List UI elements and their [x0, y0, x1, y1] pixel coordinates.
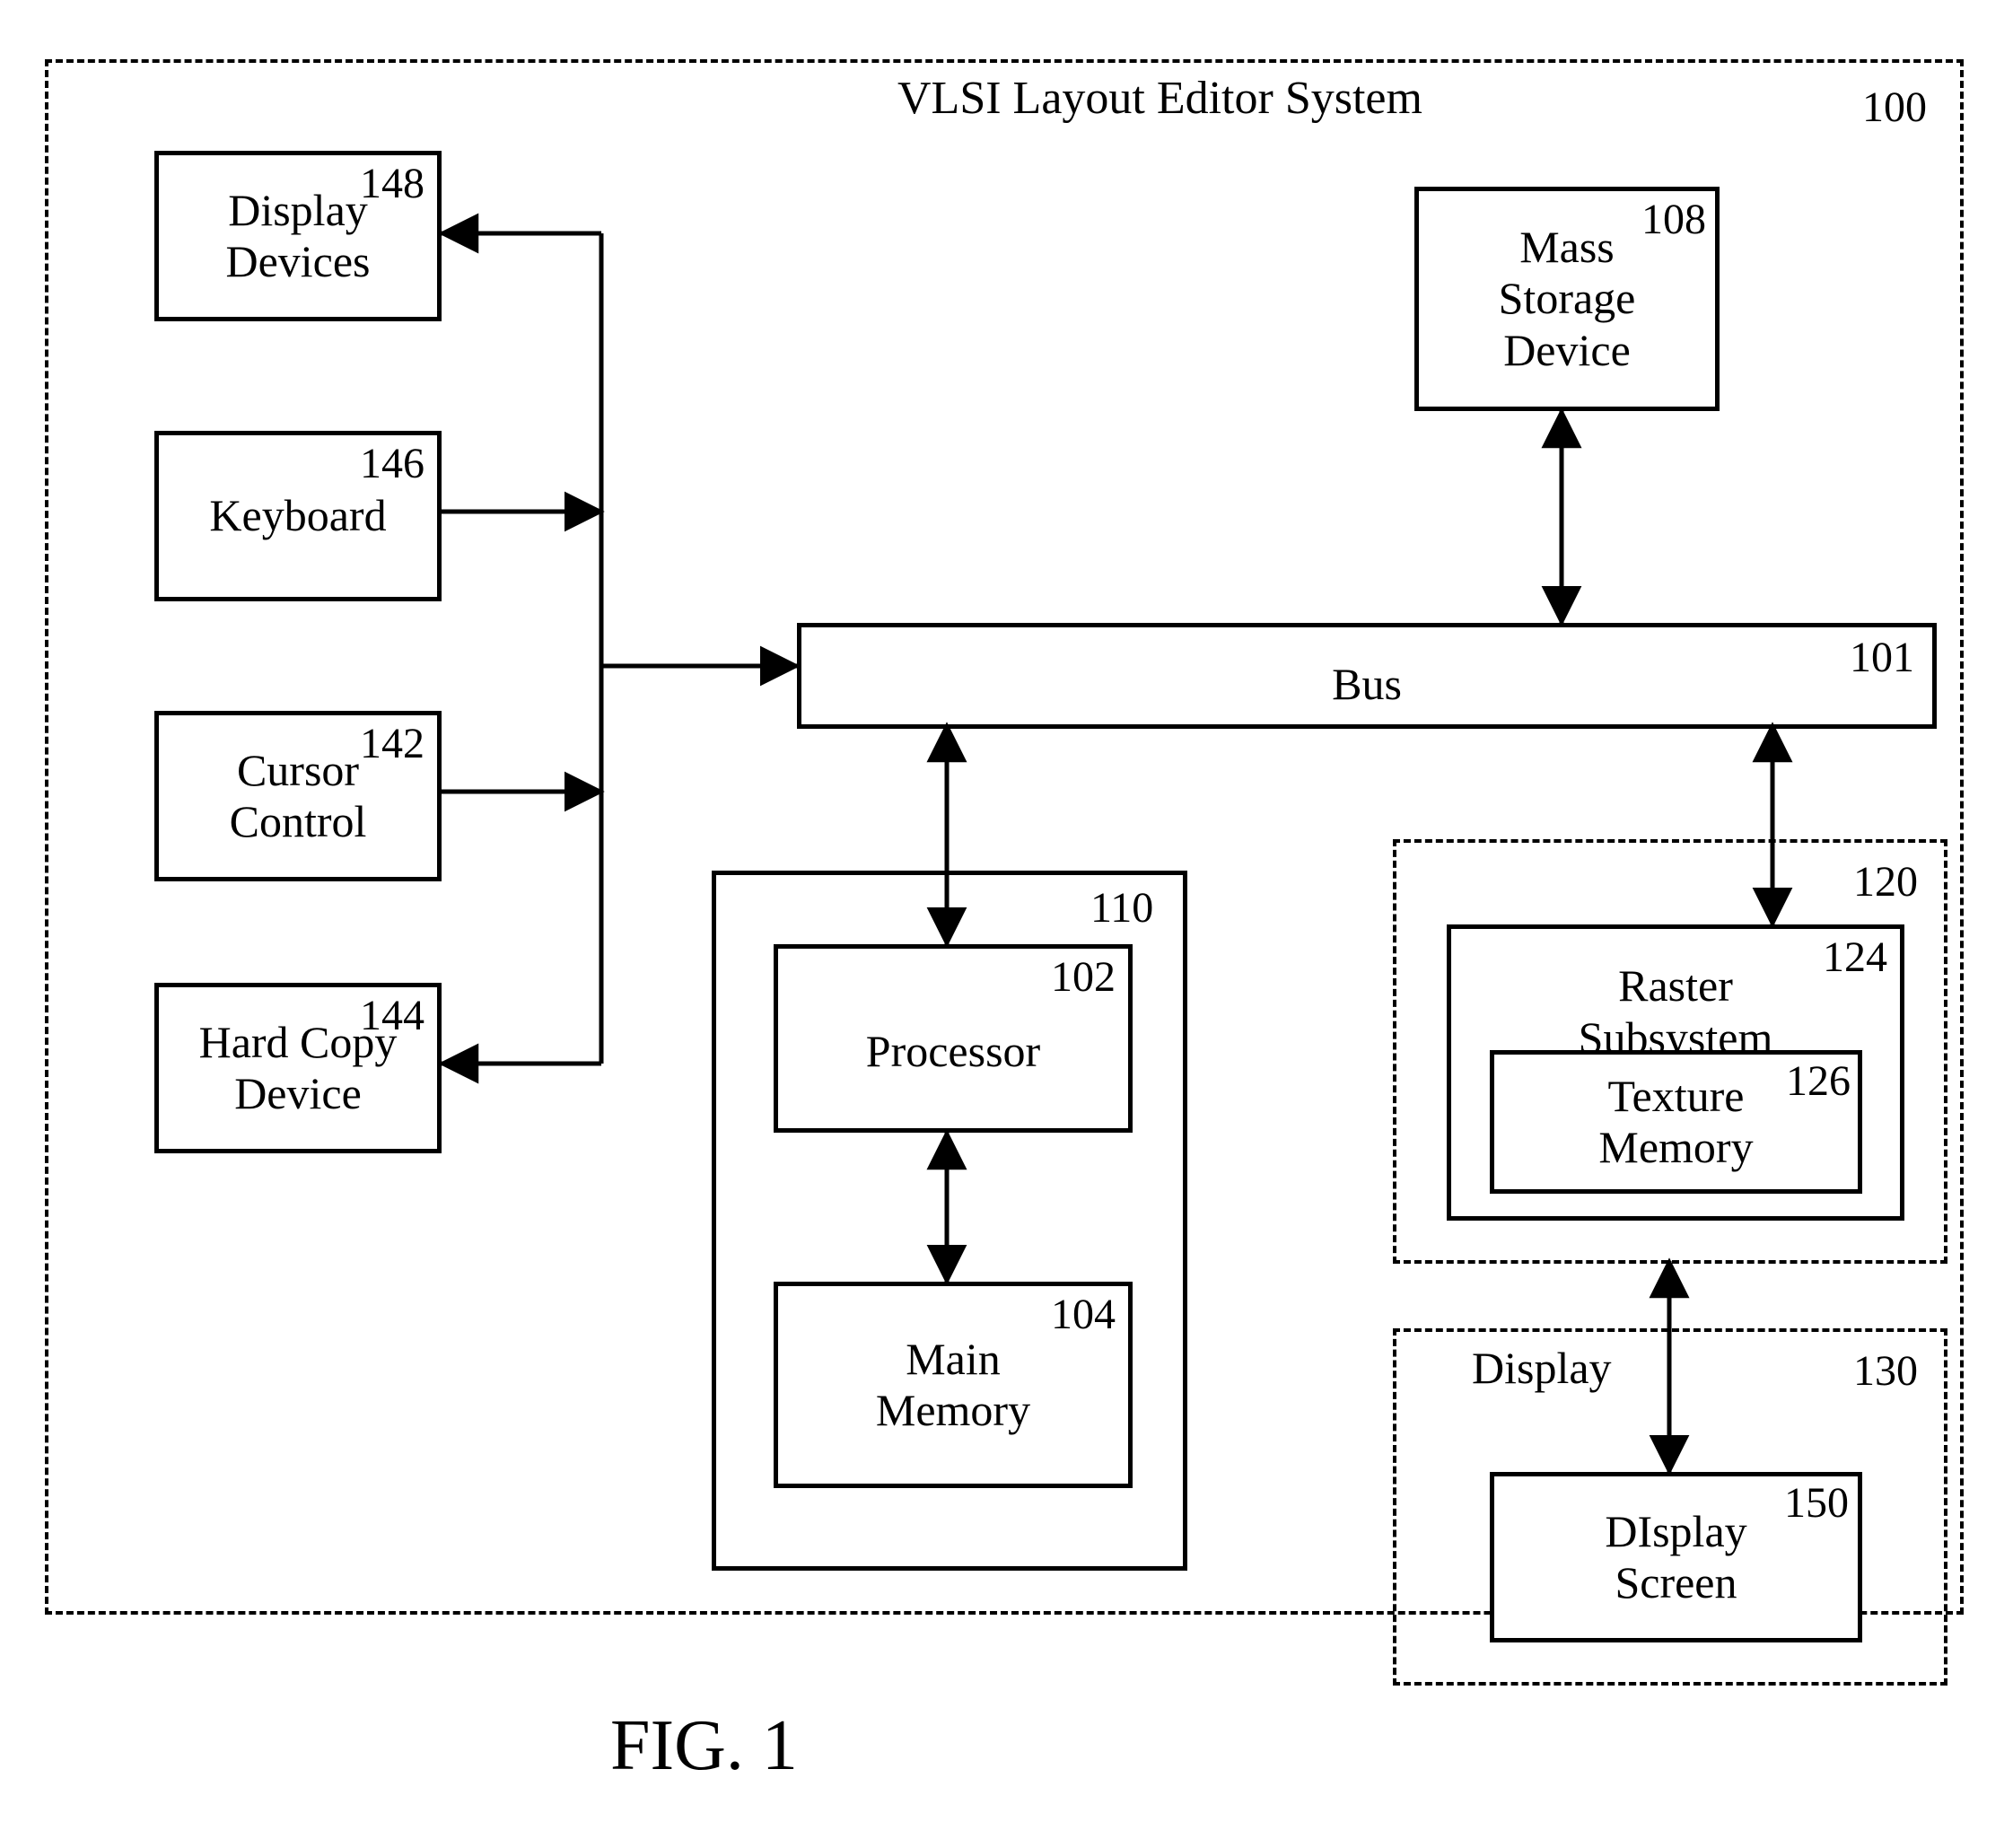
display-screen-l2: Screen [1615, 1557, 1737, 1609]
raster-ref: 124 [1823, 933, 1887, 982]
main-memory-box: 104 Main Memory [774, 1282, 1133, 1488]
hard-copy-label2: Device [234, 1068, 362, 1120]
display-box-ref: 130 [1853, 1346, 1918, 1396]
processor-box: 102 Processor [774, 944, 1133, 1133]
cursor-control-box: 142 Cursor Control [154, 711, 442, 881]
cursor-control-ref: 142 [360, 719, 424, 768]
system-title: VLSI Layout Editor System [897, 72, 1422, 125]
cursor-control-label1: Cursor [237, 745, 359, 797]
display-screen-box: 150 DIsplay Screen [1490, 1472, 1862, 1642]
display-devices-ref: 148 [360, 159, 424, 208]
hard-copy-box: 144 Hard Copy Device [154, 983, 442, 1153]
main-memory-l2: Memory [876, 1385, 1030, 1437]
texture-l1: Texture [1608, 1071, 1745, 1123]
display-devices-label1: Display [228, 185, 368, 237]
cursor-control-label2: Control [230, 796, 367, 848]
raster-subsystem-ref: 120 [1853, 857, 1918, 906]
system-ref: 100 [1862, 83, 1927, 132]
main-memory-l1: Main [906, 1334, 1001, 1386]
texture-ref: 126 [1786, 1056, 1851, 1106]
figure-caption: FIG. 1 [610, 1705, 798, 1787]
texture-l2: Memory [1598, 1122, 1753, 1174]
texture-memory-box: 126 Texture Memory [1490, 1050, 1862, 1194]
mass-storage-l2: Storage [1499, 273, 1636, 325]
mass-storage-l3: Device [1503, 325, 1631, 377]
mass-storage-l1: Mass [1519, 222, 1615, 274]
keyboard-ref: 146 [360, 439, 424, 488]
processor-ref: 102 [1051, 952, 1116, 1002]
raster-l1: Raster [1618, 960, 1733, 1012]
bus-label: Bus [1332, 659, 1402, 711]
proc-subsystem-ref: 110 [1090, 883, 1153, 933]
display-devices-label2: Devices [225, 236, 370, 288]
display-screen-ref: 150 [1784, 1478, 1849, 1528]
mass-storage-ref: 108 [1641, 195, 1706, 244]
bus-ref: 101 [1850, 633, 1914, 682]
keyboard-box: 146 Keyboard [154, 431, 442, 601]
processor-label: Processor [866, 1026, 1040, 1078]
keyboard-label: Keyboard [209, 490, 386, 542]
hard-copy-ref: 144 [360, 991, 424, 1040]
display-devices-box: 148 Display Devices [154, 151, 442, 321]
mass-storage-box: 108 Mass Storage Device [1414, 187, 1720, 411]
main-memory-ref: 104 [1051, 1290, 1116, 1339]
display-screen-l1: DIsplay [1605, 1506, 1746, 1558]
bus-box: Bus 101 [797, 623, 1937, 729]
display-box-label: Display [1472, 1343, 1612, 1395]
